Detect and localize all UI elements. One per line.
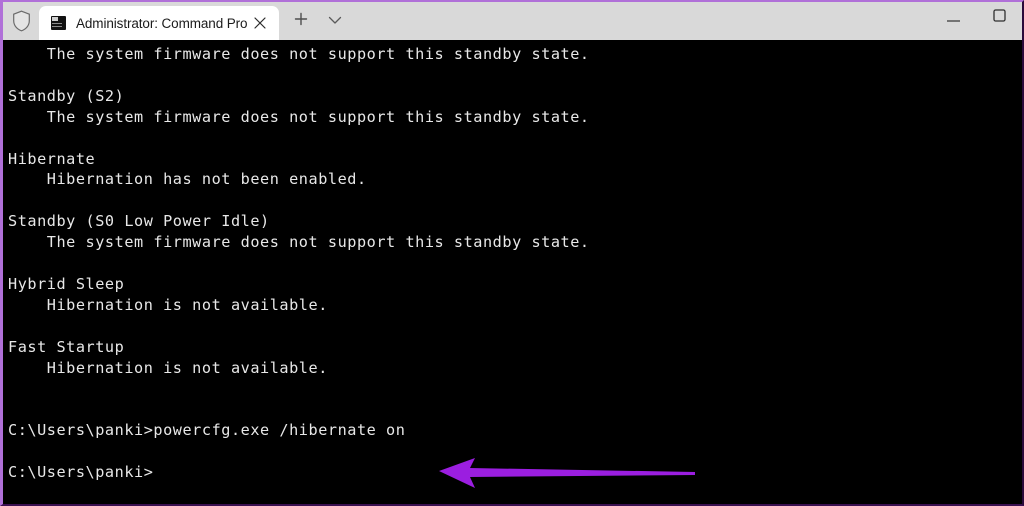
minimize-button[interactable] [930, 2, 976, 34]
tab-title: Administrator: Command Pro [76, 15, 248, 31]
chevron-down-icon [328, 12, 342, 30]
window-controls [930, 2, 1022, 40]
console-icon [51, 16, 66, 30]
title-bar: Administrator: Command Pro [3, 2, 1022, 40]
console-text: The system firmware does not support thi… [8, 45, 590, 482]
close-icon[interactable] [247, 10, 273, 36]
terminal-output-area[interactable]: The system firmware does not support thi… [3, 40, 1022, 504]
maximize-button[interactable] [976, 2, 1022, 34]
tab-dropdown-button[interactable] [320, 5, 350, 37]
shield-icon [3, 2, 39, 40]
tab-command-prompt[interactable]: Administrator: Command Pro [39, 6, 280, 40]
new-tab-button[interactable] [286, 5, 316, 37]
terminal-window: Administrator: Command Pro The system fi… [0, 0, 1024, 506]
maximize-icon [992, 9, 1006, 27]
minimize-icon [946, 9, 960, 27]
plus-icon [294, 12, 308, 31]
